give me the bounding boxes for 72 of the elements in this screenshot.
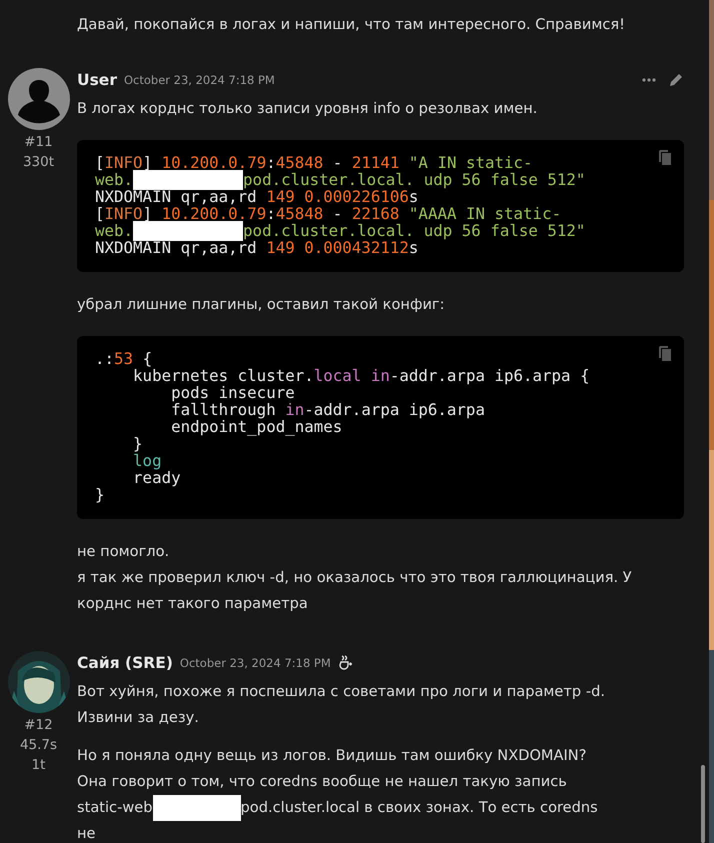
post-date: October 23, 2024 7:18 PM [124, 73, 275, 87]
code-text: 53 [114, 350, 134, 367]
code-text: 45848 [276, 154, 324, 171]
code-text: ] [142, 205, 154, 222]
code-text: 10.200.0.79 [162, 205, 266, 222]
avatar-silhouette-icon[interactable] [8, 68, 70, 130]
code-text: .: [95, 350, 114, 367]
post-number[interactable]: #11 [24, 132, 53, 152]
code-text: - [332, 205, 344, 222]
author-name[interactable]: Сайя (SRE) [77, 654, 173, 672]
post-stat: 330t [22, 153, 54, 172]
code-text: fallthrough [170, 401, 277, 418]
code-text: : [266, 154, 276, 171]
code-text: INFO [104, 154, 143, 171]
message-text: не [77, 824, 96, 843]
copy-icon[interactable] [658, 345, 674, 362]
code-text: web. [95, 171, 134, 188]
code-text: 21141 [352, 154, 400, 171]
post-stat: 1t [32, 756, 46, 775]
code-text: web. [95, 222, 134, 239]
code-text: : [266, 205, 276, 222]
code-text: ready [132, 469, 181, 486]
code-text: s [408, 239, 418, 256]
code-text: kubernetes cluster. [132, 367, 314, 384]
code-text: [ [95, 205, 105, 222]
code-text: pod.cluster.local. udp 56 false 512" [243, 222, 586, 239]
code-text: NXDOMAIN qr,aa,rd [95, 188, 257, 205]
code-text: local [314, 367, 362, 384]
scrollbar[interactable] [701, 765, 705, 843]
code-text: "A IN static- [408, 154, 533, 171]
message-text: Вот хуйня, похоже я поспешила с советами про логи и параметр -d. [77, 682, 605, 702]
author-name[interactable]: User [77, 71, 117, 89]
post-date: October 23, 2024 7:18 PM [180, 656, 331, 670]
message-text: Извини за дезу. [77, 708, 199, 728]
edit-icon[interactable] [668, 72, 684, 88]
message-text: не помогло. [77, 542, 170, 562]
code-text: -addr.arpa ip6.arpa [304, 401, 485, 418]
copy-icon[interactable] [658, 149, 674, 166]
post-stat: 45.7s [20, 736, 58, 755]
post-number[interactable]: #12 [24, 715, 53, 735]
message-text: Давай, покопайся в логах и напиши, что там интересного. Справимся! [77, 15, 625, 35]
code-text: log [132, 452, 162, 469]
message-text: static-web [77, 798, 153, 818]
message-text: pod.cluster.local в своих зонах. То есть coredns [240, 798, 598, 818]
code-text: in [370, 367, 390, 384]
message-text: корднс нет такого параметра [77, 594, 308, 614]
code-text: 10.200.0.79 [162, 154, 266, 171]
code-text: 22168 [352, 205, 400, 222]
code-text: 149 0.000226106 [266, 188, 409, 205]
code-text: 45848 [276, 205, 324, 222]
code-text: endpoint_pod_names [170, 418, 342, 435]
code-text: "AAAA IN static- [408, 205, 562, 222]
code-text: -addr.arpa ip6.arpa { [390, 367, 590, 384]
code-text: 149 0.000432112 [266, 239, 409, 256]
message-text: В логах корднс только записи уровня info о резолвах имен. [77, 99, 538, 119]
code-text: [ [95, 154, 105, 171]
code-text: ] [142, 154, 154, 171]
code-text: { [142, 350, 152, 367]
code-text: pods insecure [170, 384, 295, 401]
code-text: s [408, 188, 418, 205]
more-icon[interactable] [642, 78, 656, 82]
code-text: INFO [104, 205, 143, 222]
code-text: in [285, 401, 304, 418]
code-text: } [132, 435, 143, 452]
code-text: - [332, 154, 344, 171]
code-text: pod.cluster.local. udp 56 false 512" [243, 171, 586, 188]
code-text: } [95, 486, 105, 503]
message-text: Но я поняла одну вещь из логов. Видишь там ошибку NXDOMAIN? [77, 746, 586, 766]
message-text: убрал лишние плагины, оставил такой конфиг: [77, 295, 445, 315]
message-text: Она говорит о том, что coredns вообще не нашел такую запись [77, 772, 567, 792]
code-text: NXDOMAIN qr,aa,rd [95, 239, 257, 256]
message-text: я так же проверил ключ -d, но оказалось что это твоя галлюцинация. У [77, 568, 632, 588]
